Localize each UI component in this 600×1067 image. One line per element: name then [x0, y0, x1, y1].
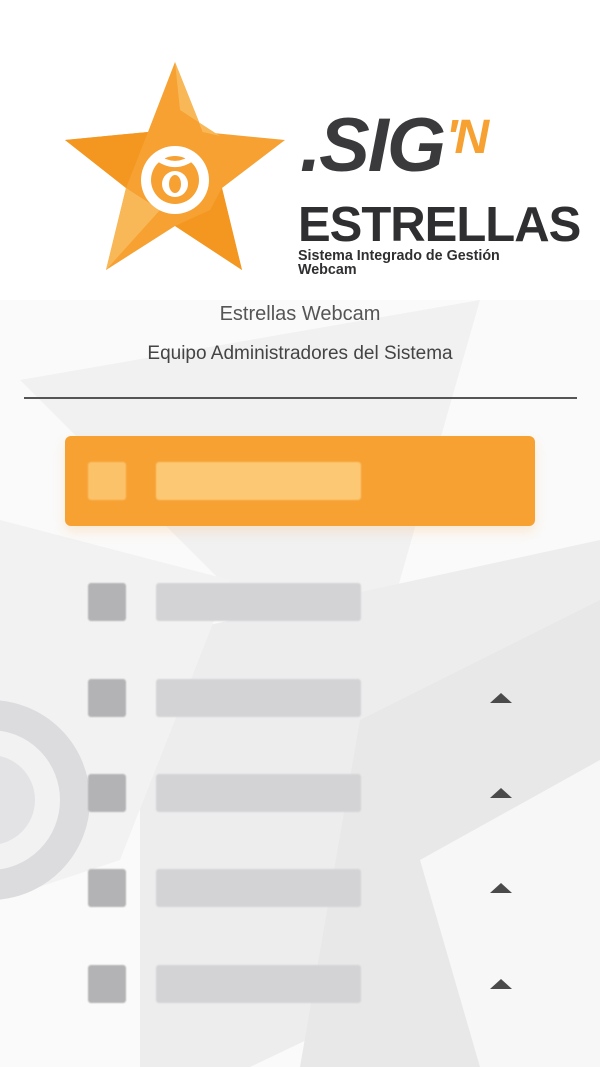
- brand-logo: .SIG'N ESTRELLAS Sistema Integrado de Ge…: [60, 60, 581, 279]
- menu-item[interactable]: [65, 843, 535, 933]
- menu-item-icon: [88, 583, 126, 621]
- chevron-up-icon[interactable]: [490, 788, 512, 798]
- logo-wordmark: .SIG'N: [300, 103, 489, 188]
- menu-item-label: [156, 774, 361, 812]
- menu-item-icon: [88, 679, 126, 717]
- menu-item-icon: [88, 869, 126, 907]
- app-subtitle: Equipo Administradores del Sistema: [147, 343, 453, 364]
- menu-item-icon: [88, 774, 126, 812]
- menu-item-label: [156, 965, 361, 1003]
- menu-item-icon: [88, 965, 126, 1003]
- menu-item[interactable]: [65, 939, 535, 1029]
- menu-item-label: [156, 583, 361, 621]
- menu-item[interactable]: [65, 557, 535, 647]
- menu-item-icon: [88, 462, 126, 500]
- app-title: Estrellas Webcam: [219, 303, 381, 325]
- star-webcam-logo-icon: [65, 62, 285, 270]
- logo-tagline: Sistema Integrado de Gestión Webcam: [298, 248, 500, 279]
- logo-brand-name: ESTRELLAS: [298, 198, 581, 252]
- chevron-up-icon[interactable]: [490, 693, 512, 703]
- menu-item-label: [156, 869, 361, 907]
- header-divider: [24, 397, 577, 399]
- menu-item-label: [156, 462, 361, 500]
- chevron-up-icon[interactable]: [490, 883, 512, 893]
- chevron-up-icon[interactable]: [490, 979, 512, 989]
- menu-item[interactable]: [65, 653, 535, 743]
- menu-item-active[interactable]: [65, 436, 535, 526]
- menu-item-label: [156, 679, 361, 717]
- menu-item[interactable]: [65, 748, 535, 838]
